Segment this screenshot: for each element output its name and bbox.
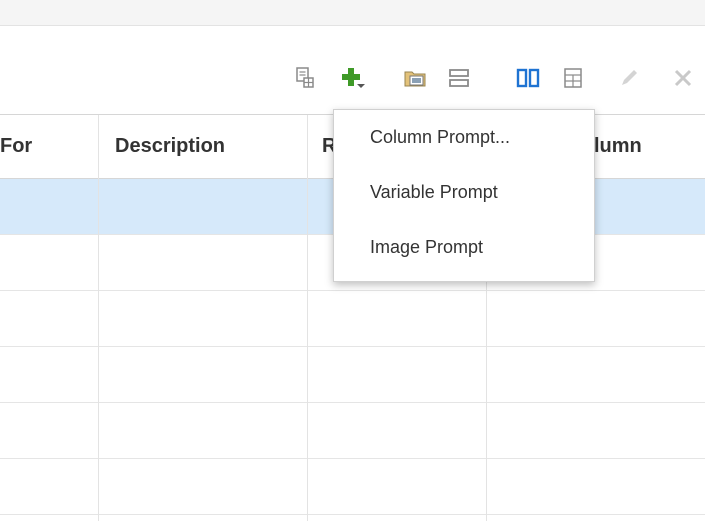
column-header-description[interactable]: Description — [115, 115, 305, 178]
menu-item-variable-prompt[interactable]: Variable Prompt — [334, 171, 594, 226]
menu-item-column-prompt[interactable]: Column Prompt... — [334, 116, 594, 171]
top-band — [0, 0, 705, 26]
table-row[interactable] — [0, 347, 705, 403]
add-prompt-button[interactable] — [339, 60, 367, 96]
grid-layout-icon — [562, 67, 584, 89]
column-header-column[interactable]: lumn — [594, 115, 704, 178]
vertical-layout-icon — [516, 67, 540, 89]
horizontal-layout-icon — [448, 67, 470, 89]
column-header-for[interactable]: For — [0, 115, 98, 178]
image-folder-icon — [404, 68, 428, 88]
report-button[interactable] — [291, 60, 319, 96]
delete-icon — [673, 68, 693, 88]
prompts-editor: For Description R lumn Column Prompt... … — [0, 0, 705, 521]
table-row[interactable] — [0, 291, 705, 347]
column-divider — [307, 115, 308, 521]
menu-item-image-prompt[interactable]: Image Prompt — [334, 226, 594, 281]
edit-icon — [618, 67, 640, 89]
add-prompt-icon — [340, 66, 366, 90]
prompts-toolbar — [0, 60, 705, 96]
column-divider — [98, 115, 99, 521]
image-folder-button[interactable] — [402, 60, 430, 96]
grid-layout-button[interactable] — [559, 60, 587, 96]
table-row[interactable] — [0, 403, 705, 459]
vertical-layout-button[interactable] — [514, 60, 542, 96]
horizontal-layout-button[interactable] — [445, 60, 473, 96]
delete-button[interactable] — [669, 60, 697, 96]
table-row[interactable] — [0, 459, 705, 515]
report-icon — [295, 67, 315, 89]
edit-button[interactable] — [615, 60, 643, 96]
add-prompt-menu: Column Prompt... Variable Prompt Image P… — [333, 109, 595, 282]
